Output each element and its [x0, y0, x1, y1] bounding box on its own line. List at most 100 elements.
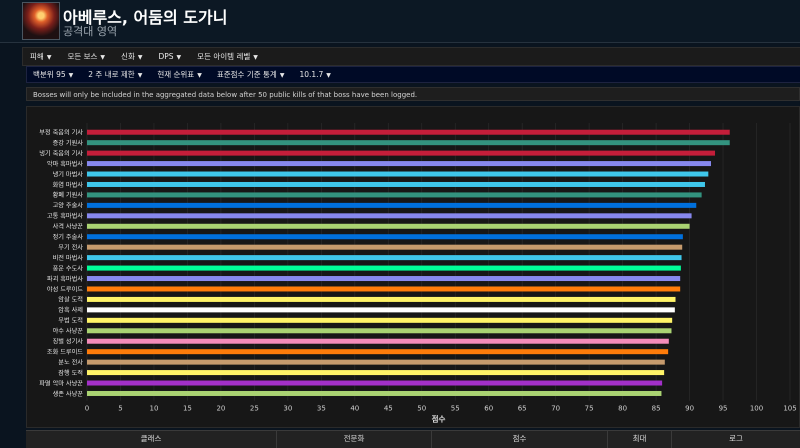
chevron-down-icon: ▼ — [197, 72, 202, 79]
x-tick-label: 80 — [618, 405, 627, 413]
bar[interactable] — [87, 140, 730, 146]
bar[interactable] — [87, 370, 665, 376]
x-tick-label: 95 — [719, 405, 728, 413]
bar[interactable] — [87, 161, 711, 167]
y-tick-label: 암흑 사제 — [58, 306, 83, 314]
column-class[interactable]: 클래스 — [26, 431, 277, 448]
patch-filter[interactable]: 10.1.7 ▼ — [293, 70, 339, 79]
y-tick-label: 부정 죽음의 기사 — [39, 129, 83, 137]
bar[interactable] — [87, 202, 697, 208]
chevron-down-icon: ▼ — [326, 72, 331, 79]
x-tick-label: 45 — [384, 405, 393, 413]
item-level-menu[interactable]: 모든 아이템 레벨 ▼ — [190, 51, 267, 62]
zone-name: 공격대 영역 — [63, 25, 118, 38]
y-tick-label: 비전 마법사 — [53, 254, 84, 262]
x-tick-label: 55 — [451, 405, 460, 413]
y-tick-label: 냉기 죽음의 기사 — [39, 149, 83, 157]
bar[interactable] — [87, 192, 702, 198]
page-header: 아베루스, 어둠의 도가니 공격대 영역 — [0, 0, 800, 42]
chevron-down-icon: ▼ — [279, 72, 285, 79]
y-tick-label: 냉기 마법사 — [53, 170, 84, 178]
bar[interactable] — [87, 276, 681, 282]
x-tick-label: 70 — [551, 405, 560, 413]
bar[interactable] — [87, 150, 716, 156]
y-tick-label: 사격 사냥꾼 — [53, 223, 84, 231]
bar[interactable] — [87, 296, 676, 302]
bar[interactable] — [87, 255, 682, 261]
y-tick-label: 화염 마법사 — [53, 181, 84, 189]
y-tick-label: 황폐 기원사 — [53, 191, 84, 199]
bar[interactable] — [87, 380, 663, 386]
bar[interactable] — [87, 317, 673, 323]
x-tick-label: 85 — [652, 405, 661, 413]
chevron-down-icon: ▼ — [137, 72, 143, 79]
y-tick-label: 악마 흑마법사 — [47, 160, 83, 168]
y-tick-label: 파괴 흑마법사 — [47, 275, 83, 283]
x-tick-label: 90 — [685, 405, 694, 413]
chart-panel: 0 5 10 15 20 25 30 35 40 45 50 55 60 65 70 75 80 85 90 95 10… — [26, 106, 800, 428]
bar[interactable] — [87, 265, 681, 271]
chevron-down-icon: ▼ — [100, 54, 106, 61]
y-tick-label: 고양 주술사 — [53, 202, 84, 210]
x-tick-label: 40 — [350, 405, 359, 413]
y-tick-label: 무법 도적 — [58, 317, 83, 325]
chevron-down-icon: ▼ — [68, 72, 74, 79]
metric-menu[interactable]: 피해 ▼ — [23, 51, 60, 62]
bar[interactable] — [87, 286, 681, 292]
time-range-filter[interactable]: 2 주 내로 제한 ▼ — [82, 69, 151, 80]
x-tick-label: 60 — [484, 405, 493, 413]
bar[interactable] — [87, 129, 730, 135]
bar[interactable] — [87, 213, 692, 219]
bar[interactable] — [87, 328, 672, 334]
x-tick-label: 10 — [149, 405, 158, 413]
role-menu[interactable]: DPS ▼ — [151, 52, 190, 61]
bar[interactable] — [87, 171, 709, 177]
bar[interactable] — [87, 234, 683, 240]
y-tick-label: 생존 사냥꾼 — [53, 390, 84, 398]
bar[interactable] — [87, 359, 665, 365]
column-spec[interactable]: 전문화 — [277, 431, 432, 448]
results-table-header: 클래스 전문화 점수 최대 로그 — [26, 430, 800, 448]
y-tick-label: 정기 주술사 — [53, 233, 84, 241]
y-tick-label: 조화 드루이드 — [47, 348, 83, 356]
y-tick-label: 암살 도적 — [58, 296, 83, 304]
bar[interactable] — [87, 349, 669, 355]
ranking-filter[interactable]: 현재 순위표 ▼ — [151, 69, 211, 80]
y-tick-label: 증강 기원사 — [53, 139, 84, 147]
x-tick-label: 100 — [750, 405, 763, 413]
y-tick-label: 풍운 수도사 — [53, 264, 84, 272]
chevron-down-icon: ▼ — [46, 54, 52, 61]
y-tick-label: 야수 사냥꾼 — [53, 327, 84, 335]
bar[interactable] — [87, 181, 705, 187]
bar[interactable] — [87, 307, 675, 313]
x-tick-label: 50 — [417, 405, 426, 413]
y-tick-label: 분노 전사 — [58, 358, 83, 366]
column-score[interactable]: 점수 — [432, 431, 608, 448]
stats-filter[interactable]: 표준점수 기준 통계 ▼ — [211, 69, 294, 80]
y-tick-label: 파멸 악마 사냥꾼 — [39, 379, 83, 387]
x-axis-label: 점수 — [432, 414, 446, 424]
x-tick-label: 75 — [585, 405, 594, 413]
percentile-filter[interactable]: 백분위 95 ▼ — [27, 69, 82, 80]
difficulty-menu[interactable]: 신화 ▼ — [114, 51, 151, 62]
x-tick-label: 25 — [250, 405, 259, 413]
x-tick-label: 5 — [118, 405, 122, 413]
x-tick-label: 105 — [783, 405, 796, 413]
bar[interactable] — [87, 223, 690, 229]
x-tick-label: 65 — [518, 405, 527, 413]
y-tick-label: 무기 전사 — [58, 243, 83, 251]
y-tick-label: 징벌 성기사 — [53, 338, 84, 346]
column-logs[interactable]: 로그 — [672, 431, 800, 448]
y-tick-label: 야성 드루이드 — [47, 285, 83, 293]
x-tick-label: 15 — [183, 405, 192, 413]
y-tick-label: 고통 흑마법사 — [47, 212, 83, 220]
column-max[interactable]: 최대 — [608, 431, 672, 448]
bar[interactable] — [87, 244, 683, 250]
x-tick-label: 20 — [216, 405, 225, 413]
chevron-down-icon: ▼ — [253, 54, 258, 61]
bar[interactable] — [87, 338, 669, 344]
score-bar-chart: 0 5 10 15 20 25 30 35 40 45 50 55 60 65 70 75 80 85 90 95 10… — [39, 123, 797, 424]
notice-banner: Bosses will only be included in the aggr… — [26, 87, 800, 101]
boss-menu[interactable]: 모든 보스 ▼ — [60, 51, 114, 62]
bar[interactable] — [87, 390, 662, 396]
